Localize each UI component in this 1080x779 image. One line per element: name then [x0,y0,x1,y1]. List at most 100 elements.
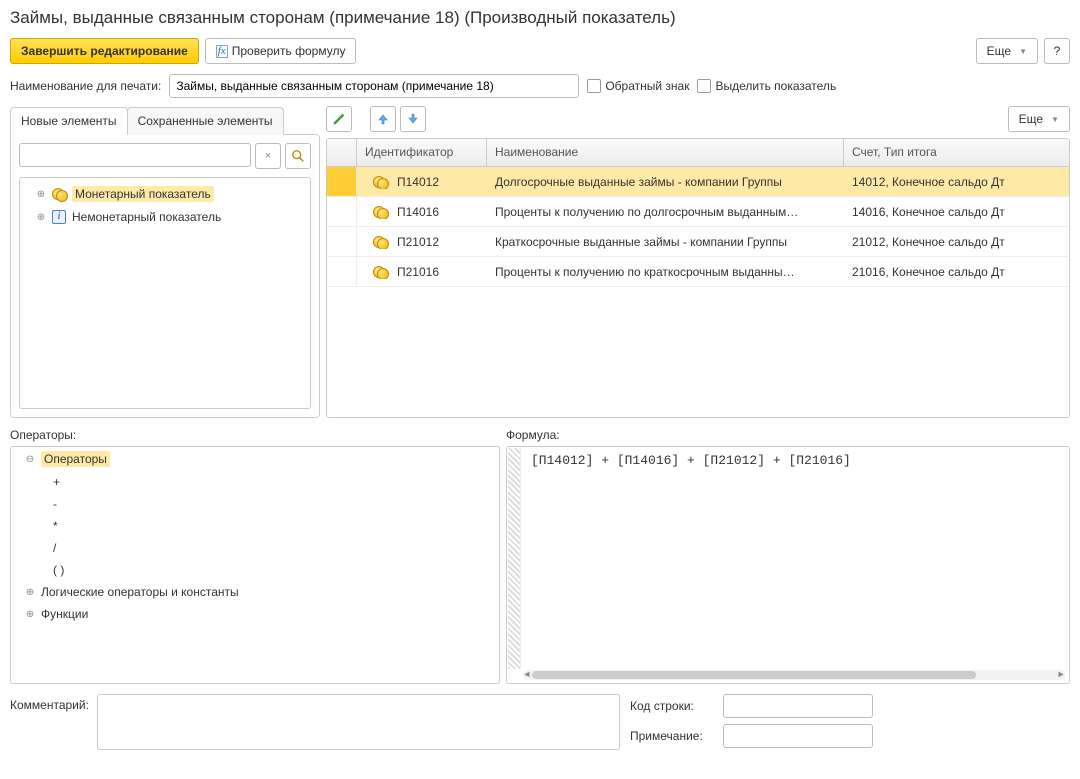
components-panel: Еще ▼ Идентификатор Наименование Счет, Т… [326,106,1070,418]
operators-logical[interactable]: ⊕ Логические операторы и константы [11,581,499,603]
cell-identifier: П21012 [357,235,487,249]
comment-label: Комментарий: [10,694,89,750]
scroll-right-icon[interactable]: ► [1057,670,1065,680]
tree-item-nonmonetary[interactable]: ⊕ i Немонетарный показатель [20,206,310,228]
operators-tree[interactable]: ⊖ Операторы + - * / ( ) ⊕ Логические операто… [10,446,500,684]
operator-symbol: / [53,541,56,555]
formula-text: [П14012] + [П14016] + [П21012] + [П21016… [531,453,1061,468]
column-identifier[interactable]: Идентификатор [357,139,487,166]
grid-body[interactable]: П14012Долгосрочные выданные займы - комп… [327,167,1069,417]
formula-editor[interactable]: [П14012] + [П14016] + [П21012] + [П21016… [506,446,1070,684]
tab-saved-elements[interactable]: Сохраненные элементы [127,107,284,135]
row-code-input[interactable] [723,694,873,718]
help-button[interactable]: ? [1044,38,1070,64]
checkbox-box [697,79,711,93]
row-marker [327,227,357,256]
cell-name: Проценты к получению по краткосрочным вы… [487,265,844,279]
chevron-down-icon: ▼ [1019,47,1027,56]
operator-item[interactable]: * [11,515,499,537]
indicator-tree[interactable]: ⊕ Монетарный показатель ⊕ i Немонетарный… [19,177,311,409]
search-button[interactable] [285,143,311,169]
expand-icon[interactable]: ⊕ [25,587,35,598]
table-row[interactable]: П14016Проценты к получению по долгосрочн… [327,197,1069,227]
table-row[interactable]: П21016Проценты к получению по краткосроч… [327,257,1069,287]
highlight-indicator-checkbox[interactable]: Выделить показатель [697,79,836,93]
operator-symbol: - [53,497,57,511]
tab-new-elements[interactable]: Новые элементы [10,107,128,135]
operator-item[interactable]: - [11,493,499,515]
chevron-down-icon: ▼ [1051,115,1059,124]
horizontal-scrollbar[interactable]: ◄ ► [523,670,1065,680]
expand-icon[interactable]: ⊕ [36,212,46,223]
comment-textarea[interactable] [97,694,620,750]
cell-account: 14012, Конечное сальдо Дт [844,175,1069,189]
search-icon [291,149,305,163]
move-down-button[interactable] [400,106,426,132]
clear-search-button[interactable]: × [255,143,281,169]
cell-name: Краткосрочные выданные займы - компании … [487,235,844,249]
edit-button[interactable] [326,106,352,132]
operators-functions-label: Функции [41,607,88,621]
arrow-up-icon [377,113,389,125]
operators-logical-label: Логические операторы и константы [41,585,239,599]
coins-icon [373,206,387,218]
components-more-button[interactable]: Еще ▼ [1008,106,1070,132]
move-up-button[interactable] [370,106,396,132]
operator-item[interactable]: ( ) [11,559,499,581]
expand-icon[interactable]: ⊕ [25,609,35,620]
collapse-icon[interactable]: ⊖ [25,454,35,465]
column-account[interactable]: Счет, Тип итога [844,139,1069,166]
tree-item-monetary[interactable]: ⊕ Монетарный показатель [20,182,310,206]
components-grid: Идентификатор Наименование Счет, Тип ито… [326,138,1070,418]
finish-editing-button[interactable]: Завершить редактирование [10,38,199,64]
search-input[interactable] [19,143,251,167]
scrollbar-thumb[interactable] [532,671,976,679]
formula-panel: Формула: [П14012] + [П14016] + [П21012] … [506,428,1070,684]
operators-panel: Операторы: ⊖ Операторы + - * / ( ) ⊕ Логичес… [10,428,500,684]
cell-name: Долгосрочные выданные займы - компании Г… [487,175,844,189]
cell-identifier: П21016 [357,265,487,279]
table-row[interactable]: П14012Долгосрочные выданные займы - комп… [327,167,1069,197]
cell-account: 14016, Конечное сальдо Дт [844,205,1069,219]
arrow-down-icon [407,113,419,125]
table-row[interactable]: П21012Краткосрочные выданные займы - ком… [327,227,1069,257]
pencil-icon [332,112,346,126]
column-marker[interactable] [327,139,357,166]
tree-item-label: Немонетарный показатель [72,210,221,224]
expand-icon[interactable]: ⊕ [36,189,46,200]
coins-icon [373,266,387,278]
grid-header: Идентификатор Наименование Счет, Тип ито… [327,139,1069,167]
print-name-label: Наименование для печати: [10,79,161,93]
operator-item[interactable]: + [11,471,499,493]
cell-account: 21016, Конечное сальдо Дт [844,265,1069,279]
print-name-input[interactable] [169,74,579,98]
reverse-sign-label: Обратный знак [605,79,689,93]
cell-identifier: П14012 [357,175,487,189]
row-marker [327,167,357,196]
note-label: Примечание: [630,729,715,743]
scroll-left-icon[interactable]: ◄ [523,670,531,680]
check-formula-button[interactable]: fx Проверить формулу [205,38,357,64]
coins-icon [52,188,66,200]
reverse-sign-checkbox[interactable]: Обратный знак [587,79,689,93]
more-button[interactable]: Еще ▼ [976,38,1038,64]
check-formula-label: Проверить формулу [232,44,346,58]
operator-symbol: * [53,519,58,533]
note-input[interactable] [723,724,873,748]
tree-item-label: Монетарный показатель [72,186,214,202]
operators-root[interactable]: ⊖ Операторы [11,447,499,471]
operators-label: Операторы: [10,428,500,442]
operator-item[interactable]: / [11,537,499,559]
page-title: Займы, выданные связанным сторонам (прим… [10,8,1070,28]
operators-functions[interactable]: ⊕ Функции [11,603,499,625]
highlight-indicator-label: Выделить показатель [715,79,836,93]
column-name[interactable]: Наименование [487,139,844,166]
more-label: Еще [987,44,1011,58]
cell-identifier: П14016 [357,205,487,219]
row-marker [327,197,357,226]
checkbox-box [587,79,601,93]
operator-symbol: ( ) [53,563,64,577]
more-label: Еще [1019,112,1043,126]
operators-root-label: Операторы [41,451,110,467]
cell-account: 21012, Конечное сальдо Дт [844,235,1069,249]
